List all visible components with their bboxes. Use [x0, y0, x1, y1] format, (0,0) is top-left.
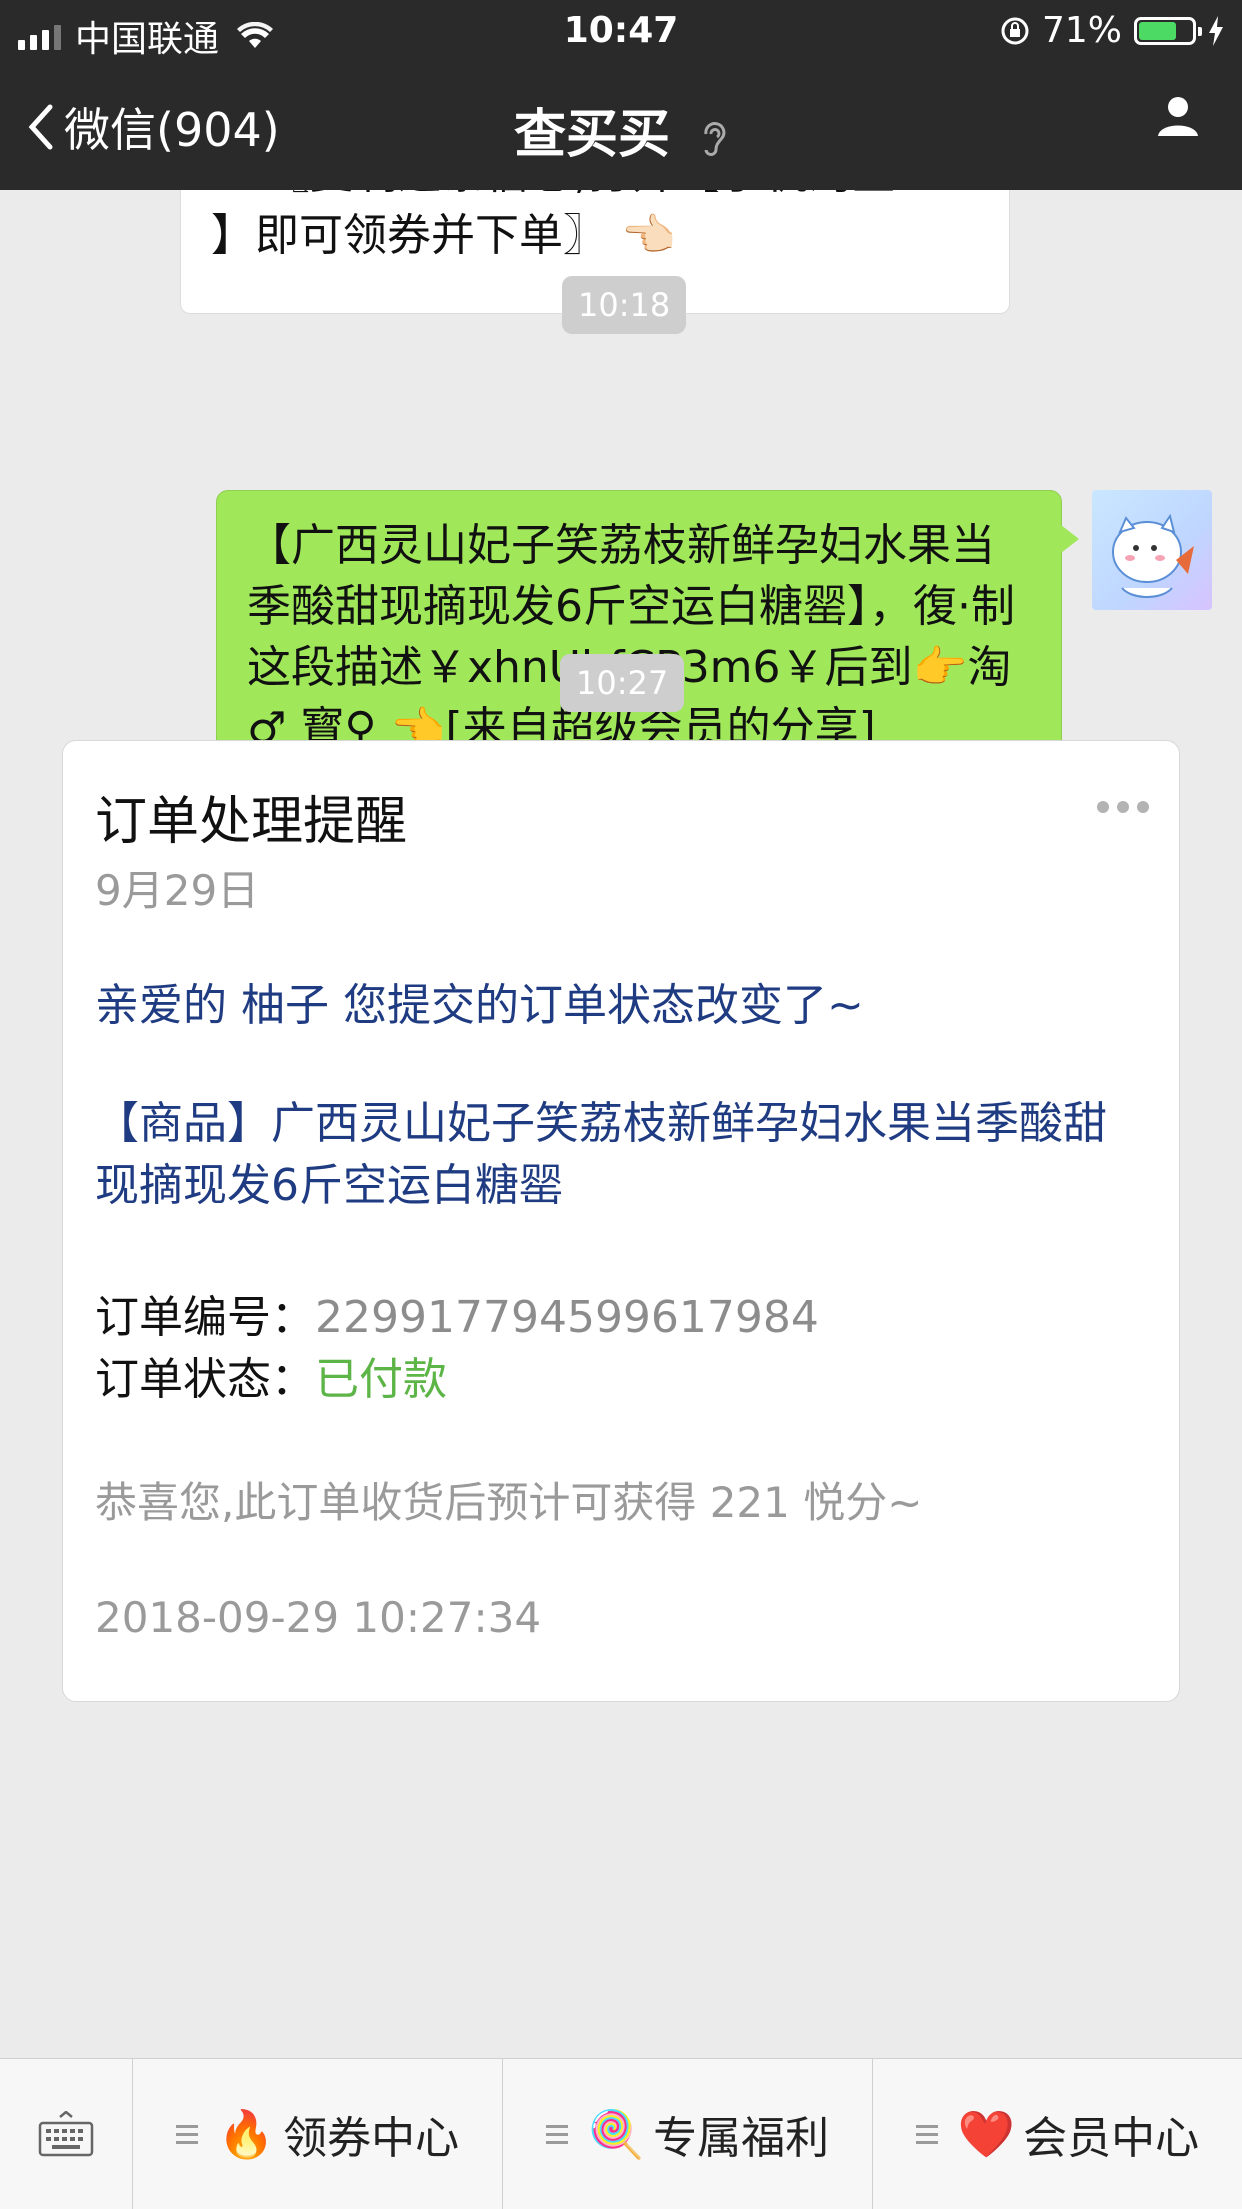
keyboard-icon: [38, 2111, 94, 2157]
chat-title-text: 查买买: [513, 105, 670, 165]
lollipop-icon: 🍭: [587, 2106, 646, 2161]
ear-mode-icon: [704, 122, 726, 157]
submenu-icon: [175, 2124, 198, 2144]
card-title: 订单处理提醒: [95, 792, 408, 852]
avatar-image: [1112, 513, 1194, 598]
card-timestamp: 2018-09-29 10:27:34: [95, 1593, 542, 1642]
battery-percent: 71%: [1041, 10, 1122, 51]
incoming-line-2: 】即可领券并下单〗 👈🏻: [211, 210, 676, 261]
order-status-value: 已付款: [315, 1354, 447, 1405]
order-number-row: 订单编号：229917794599617984: [95, 1281, 819, 1345]
incoming-line-1: 👉〖复制这条信息,打开【手机淘宝: [211, 190, 979, 205]
timestamp-2: 10:27: [560, 654, 685, 712]
person-icon: [1158, 97, 1198, 136]
menu-member-center[interactable]: ❤️ 会员中心: [873, 2059, 1242, 2209]
order-number-label: 订单编号：: [95, 1292, 315, 1343]
order-status-row: 订单状态：已付款: [95, 1343, 447, 1407]
chat-title: 查买买: [0, 92, 1242, 167]
fire-icon: 🔥: [217, 2106, 276, 2161]
order-status-label: 订单状态：: [95, 1354, 315, 1405]
card-greeting: 亲爱的 柚子 您提交的订单状态改变了~: [95, 980, 864, 1031]
more-options-icon[interactable]: [1097, 801, 1149, 813]
charging-icon: [1209, 15, 1223, 46]
menu-exclusive-benefits[interactable]: 🍭 专属福利: [503, 2059, 873, 2209]
bottom-menu: 🔥 领券中心 🍭 专属福利 ❤️ 会员中心: [0, 2058, 1242, 2209]
keyboard-toggle-button[interactable]: [0, 2059, 133, 2209]
rotation-lock-icon: [1001, 17, 1029, 44]
order-number-value: 229917794599617984: [315, 1292, 819, 1343]
status-bar: 中国联通 10:47 71%: [0, 0, 1242, 62]
submenu-icon: [545, 2124, 568, 2144]
battery-icon: [1134, 16, 1202, 45]
menu-coupon-center[interactable]: 🔥 领券中心: [133, 2059, 503, 2209]
menu-label: 领券中心: [283, 2113, 460, 2164]
chat-info-button[interactable]: [1156, 94, 1200, 142]
nav-bar: 微信(904) 查买买: [0, 62, 1242, 190]
outgoing-message-text: 【广西灵山妃子笑荔枝新鲜孕妇水果当季酸甜现摘现发6斤空运白糖罂】，復·制这段描述…: [247, 520, 1015, 754]
menu-label: 专属福利: [653, 2113, 830, 2164]
timestamp-1: 10:18: [562, 276, 687, 334]
card-date: 9月29日: [95, 866, 260, 915]
submenu-icon: [915, 2124, 938, 2144]
status-right: 71%: [1000, 10, 1224, 51]
card-product: 【商品】广西灵山妃子笑荔枝新鲜孕妇水果当季酸甜现摘现发6斤空运白糖罂: [95, 1098, 1107, 1211]
menu-label: 会员中心: [1023, 2113, 1200, 2164]
chat-area[interactable]: 👉〖复制这条信息,打开【手机淘宝 】即可领券并下单〗 👈🏻 10:18 【广西灵…: [0, 190, 1242, 2058]
order-notification-card[interactable]: 订单处理提醒 9月29日 亲爱的 柚子 您提交的订单状态改变了~ 【商品】广西灵…: [62, 740, 1180, 1702]
points-note: 恭喜您,此订单收货后预计可获得 221 悦分~: [95, 1478, 923, 1527]
avatar[interactable]: [1092, 490, 1212, 610]
heart-icon: ❤️: [957, 2106, 1016, 2161]
